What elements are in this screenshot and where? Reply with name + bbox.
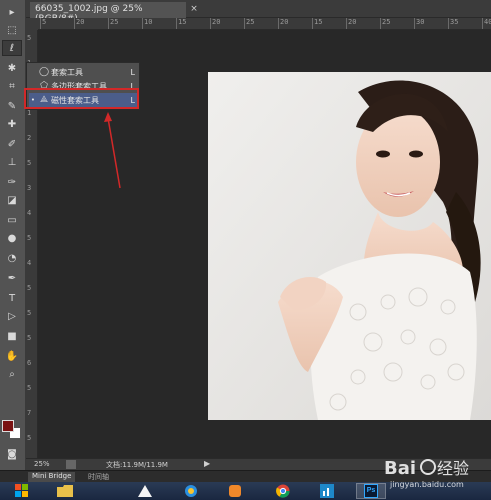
annotation-arrow [104, 112, 121, 189]
folder-icon [57, 485, 73, 497]
baidu-jingyan-logo: Bai 经验 jingyan.baidu.com [384, 458, 469, 489]
taskbar-app[interactable] [130, 483, 160, 499]
status-icon[interactable] [66, 460, 76, 469]
zoom-level[interactable]: 25% [34, 460, 50, 468]
start-button[interactable] [8, 483, 36, 499]
media-player-icon [229, 485, 241, 497]
taskbar-chrome[interactable] [268, 483, 298, 499]
taskbar-chart-app[interactable] [312, 483, 342, 499]
svg-text:经验: 经验 [437, 459, 469, 478]
taskbar-media[interactable] [220, 483, 250, 499]
windows-logo-icon [15, 484, 28, 497]
svg-text:Bai: Bai [384, 458, 416, 479]
chart-app-icon [320, 484, 334, 498]
taskbar-ie[interactable] [176, 483, 206, 499]
triangle-app-icon [138, 485, 152, 497]
chrome-icon [276, 484, 290, 498]
status-menu-arrow-icon[interactable]: ▶ [204, 459, 210, 468]
taskbar-explorer[interactable] [50, 483, 80, 499]
document-size: 文档:11.9M/11.9M [106, 461, 168, 469]
internet-explorer-icon [185, 485, 197, 497]
foreground-color-swatch[interactable] [2, 420, 14, 432]
photoshop-icon: Ps [364, 484, 378, 498]
baidu-jingyan-watermark: Bai 经验 jingyan.baidu.com [382, 452, 488, 492]
svg-text:jingyan.baidu.com: jingyan.baidu.com [389, 480, 464, 489]
